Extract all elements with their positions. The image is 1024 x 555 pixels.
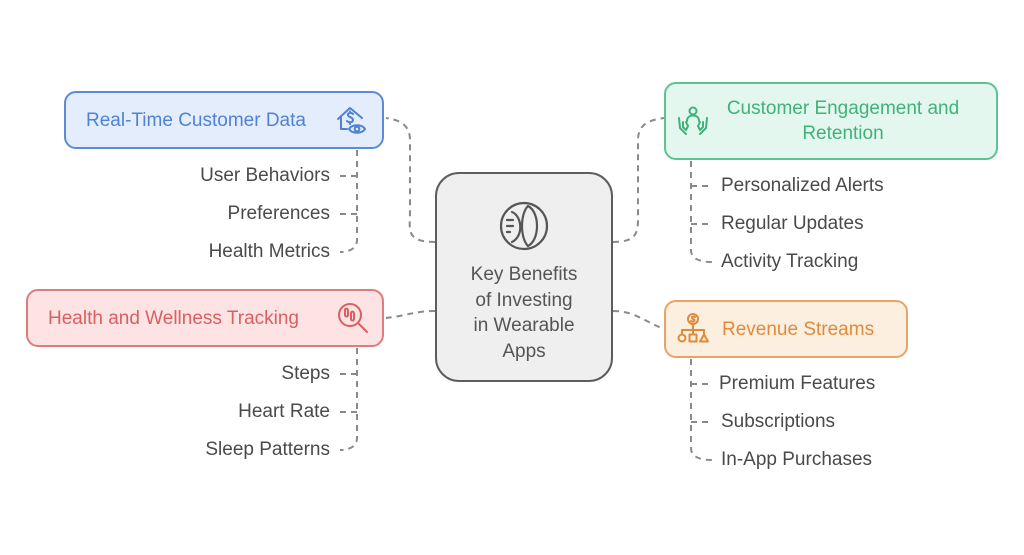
connector-center-revenue bbox=[612, 310, 665, 330]
branch-node-revenue-streams[interactable]: Revenue Streams bbox=[664, 300, 908, 358]
center-title-line: of Investing bbox=[475, 289, 573, 311]
connector-health-trunk bbox=[339, 348, 358, 451]
branch-node-realtime-customer-data[interactable]: Real-Time Customer Data bbox=[64, 91, 384, 149]
branch-label: Revenue Streams bbox=[722, 318, 875, 340]
house-dollar-eye-icon bbox=[337, 107, 366, 134]
center-node[interactable]: Key Benefits of Investing in Wearable Ap… bbox=[435, 172, 613, 382]
branch-label: Customer Engagement and Retention bbox=[710, 96, 976, 146]
footprints-magnifier-icon bbox=[338, 303, 368, 333]
center-title-line: Key Benefits bbox=[470, 264, 578, 285]
leaf-item: In-App Purchases bbox=[721, 449, 873, 470]
branch-label-line: Customer Engagement and bbox=[726, 98, 960, 119]
branch-label: Health and Wellness Tracking bbox=[48, 307, 299, 329]
smart-ring-icon bbox=[499, 201, 549, 251]
branch-label-line: Retention bbox=[802, 123, 884, 144]
leaf-item: Subscriptions bbox=[721, 411, 836, 432]
branch-node-health-wellness-tracking[interactable]: Health and Wellness Tracking bbox=[26, 289, 384, 347]
leaf-item: Heart Rate bbox=[238, 401, 330, 422]
leaf-item: Health Metrics bbox=[208, 241, 330, 262]
connector-realtime-trunk bbox=[339, 150, 358, 253]
dollar-hierarchy-icon bbox=[677, 313, 709, 343]
connector-center-engage bbox=[612, 117, 665, 243]
leaf-item: Premium Features bbox=[719, 373, 876, 394]
center-title: Key Benefits of Investing in Wearable Ap… bbox=[471, 262, 578, 364]
leaf-item: Regular Updates bbox=[721, 213, 864, 234]
leaf-item: User Behaviors bbox=[200, 165, 330, 186]
branch-label: Real-Time Customer Data bbox=[86, 109, 306, 131]
connector-center-realtime bbox=[385, 117, 436, 243]
leaf-item: Steps bbox=[281, 363, 330, 384]
leaf-item: Preferences bbox=[227, 203, 330, 224]
leaf-item: Personalized Alerts bbox=[721, 175, 884, 196]
leaf-item: Sleep Patterns bbox=[205, 439, 330, 460]
center-title-line: in Wearable bbox=[473, 315, 575, 336]
leaf-item: Activity Tracking bbox=[721, 251, 859, 272]
person-in-hands-icon bbox=[678, 106, 708, 135]
center-title-line: Apps bbox=[502, 340, 546, 362]
connector-center-health bbox=[385, 310, 436, 319]
connector-revenue-trunk bbox=[690, 359, 713, 461]
connector-engage-trunk bbox=[690, 161, 713, 263]
branch-node-customer-engagement-retention[interactable]: Customer Engagement and Retention bbox=[664, 82, 998, 160]
